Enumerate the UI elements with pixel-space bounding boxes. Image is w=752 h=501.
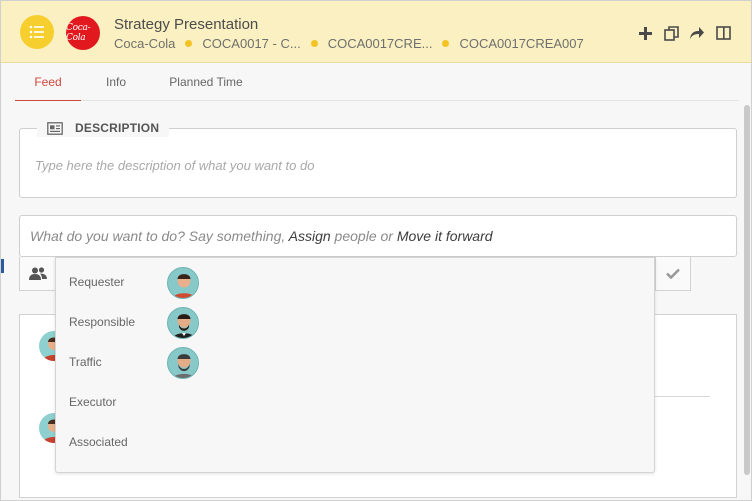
- description-placeholder[interactable]: Type here the description of what you wa…: [35, 158, 314, 173]
- task-title: Strategy Presentation: [114, 16, 259, 33]
- newspaper-icon: [47, 121, 63, 135]
- breadcrumb-project[interactable]: COCA0017 - C...: [202, 36, 300, 51]
- tab-planned-time[interactable]: Planned Time: [161, 65, 251, 101]
- tab-bar: Feed Info Planned Time: [15, 65, 739, 101]
- move-forward-link[interactable]: Move it forward: [397, 228, 493, 244]
- background-edge: [1, 259, 4, 273]
- avatar-icon: [172, 274, 196, 298]
- plus-icon: [638, 26, 652, 40]
- copy-icon: [663, 25, 679, 41]
- activity-prompt-text: What do you want to do? Say something,: [30, 228, 289, 244]
- description-label: DESCRIPTION: [75, 121, 160, 135]
- role-responsible-label: Responsible: [69, 315, 136, 329]
- forward-button[interactable]: [689, 25, 705, 41]
- breadcrumb-client[interactable]: Coca-Cola: [114, 36, 175, 51]
- breadcrumb-separator: [442, 40, 450, 47]
- breadcrumb-separator: [185, 40, 193, 47]
- tab-feed[interactable]: Feed: [15, 65, 81, 101]
- tab-info[interactable]: Info: [93, 65, 139, 101]
- people-popup: Requester Responsible Traffic Executor A…: [55, 257, 655, 473]
- activity-prompt-middle: people or: [330, 228, 397, 244]
- traffic-avatar[interactable]: [167, 347, 199, 379]
- breadcrumb-job[interactable]: COCA0017CRE...: [328, 36, 433, 51]
- role-associated-label: Associated: [69, 435, 128, 449]
- breadcrumb-separator: [310, 40, 318, 47]
- breadcrumb-task[interactable]: COCA0017CREA007: [459, 36, 583, 51]
- client-logo-text: Coca-Cola: [66, 23, 91, 43]
- split-view-button[interactable]: [715, 25, 731, 41]
- list-icon: [29, 25, 44, 39]
- avatar-icon: [172, 354, 196, 378]
- responsible-avatar[interactable]: [167, 307, 199, 339]
- assign-link[interactable]: Assign: [289, 228, 331, 244]
- breadcrumb: Coca-Cola COCA0017 - C... COCA0017CRE...…: [114, 36, 584, 51]
- task-header: Coca-Cola Strategy Presentation Coca-Col…: [1, 1, 751, 63]
- forward-icon: [690, 27, 704, 39]
- check-icon: [666, 268, 680, 279]
- duplicate-button[interactable]: [663, 25, 679, 41]
- add-button[interactable]: [637, 25, 653, 41]
- menu-button[interactable]: [20, 15, 54, 49]
- split-view-icon: [715, 26, 731, 40]
- description-legend: DESCRIPTION: [37, 119, 170, 137]
- people-button[interactable]: [19, 257, 56, 291]
- role-traffic-label: Traffic: [69, 355, 102, 369]
- feed-divider: [655, 396, 710, 397]
- role-requester-label: Requester: [69, 275, 125, 289]
- avatar-icon: [172, 314, 196, 338]
- role-executor-label: Executor: [69, 395, 117, 409]
- people-icon: [28, 267, 47, 280]
- task-window: Coca-Cola Strategy Presentation Coca-Col…: [0, 0, 752, 501]
- scrollbar-thumb[interactable]: [744, 105, 750, 475]
- header-actions: [637, 25, 731, 41]
- confirm-button[interactable]: [655, 257, 691, 291]
- activity-input-placeholder[interactable]: What do you want to do? Say something, A…: [30, 228, 493, 244]
- requester-avatar[interactable]: [167, 267, 199, 299]
- client-logo: Coca-Cola: [66, 16, 100, 50]
